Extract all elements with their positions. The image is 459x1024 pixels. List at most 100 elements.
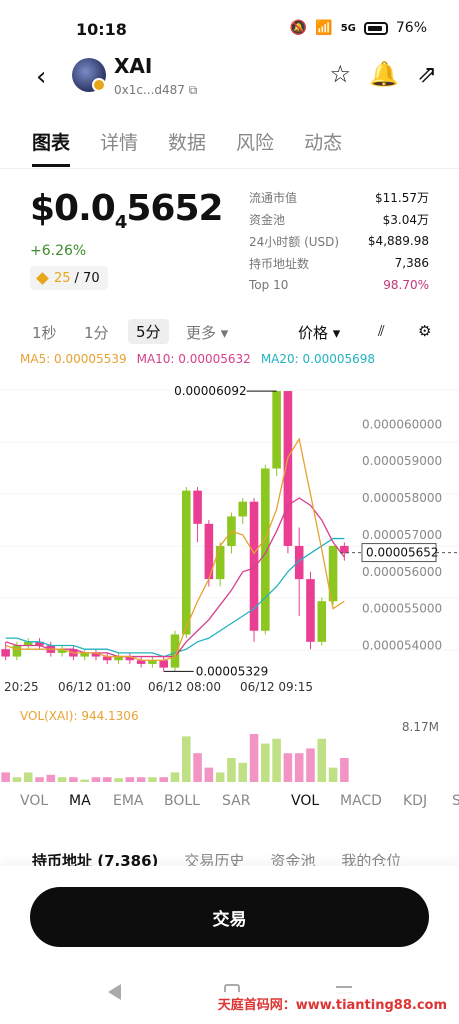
volume-bar <box>57 777 67 782</box>
y-tick-label: 0.000054000 <box>362 639 442 653</box>
volume-bar <box>46 774 56 782</box>
candle <box>249 501 259 631</box>
trade-button[interactable]: 交易 <box>30 887 429 947</box>
volume-bar <box>249 734 259 782</box>
ind-vol-sub[interactable]: VOL <box>291 793 319 809</box>
ind-ema[interactable]: EMA <box>113 793 144 809</box>
volume-bar <box>91 777 101 782</box>
interval-more[interactable]: 更多 ▾ <box>186 322 228 343</box>
chart-type-select[interactable]: 价格 ▾ <box>298 322 340 343</box>
volume-bar <box>227 758 236 782</box>
interval-1s[interactable]: 1秒 <box>32 322 57 343</box>
ind-vol[interactable]: VOL <box>20 793 48 809</box>
price-change: +6.26% <box>30 243 87 259</box>
risk-score[interactable]: 25 / 70 <box>30 266 108 290</box>
candle <box>317 601 327 642</box>
token-name: XAI <box>114 54 153 78</box>
ind-s[interactable]: S <box>452 793 459 809</box>
candle <box>215 545 225 580</box>
x-tick: 06/12 01:00 <box>58 680 131 694</box>
favorite-star-icon[interactable]: ☆ <box>329 60 351 88</box>
volume-bar <box>215 772 225 782</box>
ma20-label: MA20: 0.00005698 <box>260 352 376 366</box>
tab-risk[interactable]: 风险 <box>236 128 274 155</box>
watermark: 天庭首码网：www.tianting88.com <box>213 992 451 1015</box>
volume-bar <box>170 772 180 782</box>
volume-bar <box>283 753 293 782</box>
candle <box>170 634 180 668</box>
y-tick-label: 0.000057000 <box>362 528 442 542</box>
network-label: 5G <box>340 22 356 34</box>
price-chart[interactable]: 0.000060000 0.000059000 0.000058000 0.00005… <box>0 370 459 685</box>
volume-bar <box>148 777 157 782</box>
volume-bar <box>69 777 78 782</box>
tab-activity[interactable]: 动态 <box>304 128 342 155</box>
score-total: / 70 <box>74 270 100 286</box>
y-tick-label: 0.000056000 <box>362 565 442 579</box>
stat-row: 24小时额 (USD) $4,889.98 <box>249 234 429 249</box>
share-icon[interactable]: ⇗ <box>417 60 437 88</box>
stat-row: Top 10 98.70% <box>249 278 429 292</box>
indicator-bar: VOL MA EMA BOLL SAR VOL MACD KDJ S <box>0 793 459 813</box>
candle <box>261 468 270 631</box>
stat-row: 持币地址数 7,386 <box>249 256 429 271</box>
current-price: $0.045652 <box>30 188 224 234</box>
current-price-label: 0.00005652 <box>366 546 439 560</box>
interval-5m[interactable]: 5分 <box>128 319 169 344</box>
candle <box>12 645 22 657</box>
y-tick-label: 0.000059000 <box>362 454 442 468</box>
candle <box>306 579 315 642</box>
token-address[interactable]: 0x1c...d487 ⧉ <box>114 83 197 98</box>
status-time: 10:18 <box>76 20 127 39</box>
candle <box>1 649 10 657</box>
candle <box>182 490 191 635</box>
ind-sar[interactable]: SAR <box>222 793 250 809</box>
low-label: 0.00005329 <box>196 664 269 678</box>
x-tick: 06/12 08:00 <box>148 680 221 694</box>
candle <box>272 391 281 469</box>
y-tick-label: 0.000060000 <box>362 417 442 431</box>
tab-chart[interactable]: 图表 <box>32 128 71 167</box>
ind-ma[interactable]: MA <box>69 793 91 809</box>
status-icons: 🔕 📶 5G 76% <box>290 20 427 36</box>
tab-details[interactable]: 详情 <box>100 128 138 155</box>
y-tick-label: 0.000055000 <box>362 602 442 616</box>
ma5-line <box>5 437 345 661</box>
ind-kdj[interactable]: KDJ <box>403 793 427 809</box>
ind-macd[interactable]: MACD <box>340 793 382 809</box>
interval-1m[interactable]: 1分 <box>84 322 109 343</box>
volume-bar <box>261 743 270 782</box>
candle <box>294 545 304 580</box>
volume-bar <box>80 779 89 782</box>
tab-data[interactable]: 数据 <box>168 128 206 155</box>
ma10-label: MA10: 0.00005632 <box>136 352 251 366</box>
wifi-icon: 📶 <box>315 20 333 36</box>
volume-bar <box>114 778 123 782</box>
volume-bar <box>23 772 33 782</box>
header-actions: ☆ 🔔 ⇗ <box>329 60 437 88</box>
back-arrow-icon[interactable]: ‹ <box>36 62 46 92</box>
nav-menu-icon[interactable] <box>336 986 352 988</box>
candle <box>159 660 168 668</box>
settings-gear-icon[interactable]: ⚙ <box>418 322 431 340</box>
volume-bar <box>294 753 304 782</box>
main-tabs: 图表 详情 数据 风险 动态 <box>32 128 342 167</box>
x-tick: 06/12 09:15 <box>240 680 313 694</box>
stat-row: 资金池 $3.04万 <box>249 212 429 227</box>
candle <box>193 490 202 524</box>
token-header: ‹ XAI 0x1c...d487 ⧉ ☆ 🔔 ⇗ <box>0 54 459 118</box>
score-value: 25 <box>54 270 71 286</box>
add-alert-icon[interactable]: 🔔 <box>369 60 399 88</box>
volume-bar <box>272 738 281 782</box>
x-tick: 20:25 <box>4 680 39 694</box>
volume-bar <box>35 777 44 782</box>
token-stats: 流通市值 $11.57万 资金池 $3.04万 24小时额 (USD) $4,889.… <box>249 186 429 296</box>
ma-legend: MA5: 0.00005539 MA10: 0.00005632 MA20: 0… <box>20 352 375 366</box>
volume-bar <box>159 777 168 782</box>
copy-icon: ⧉ <box>188 83 198 97</box>
indicator-settings-icon[interactable]: ⫽ <box>378 322 385 340</box>
nav-back-icon[interactable] <box>108 984 121 1000</box>
ind-boll[interactable]: BOLL <box>164 793 200 809</box>
volume-bar <box>340 758 349 782</box>
high-label: 0.00006092 <box>174 384 247 398</box>
